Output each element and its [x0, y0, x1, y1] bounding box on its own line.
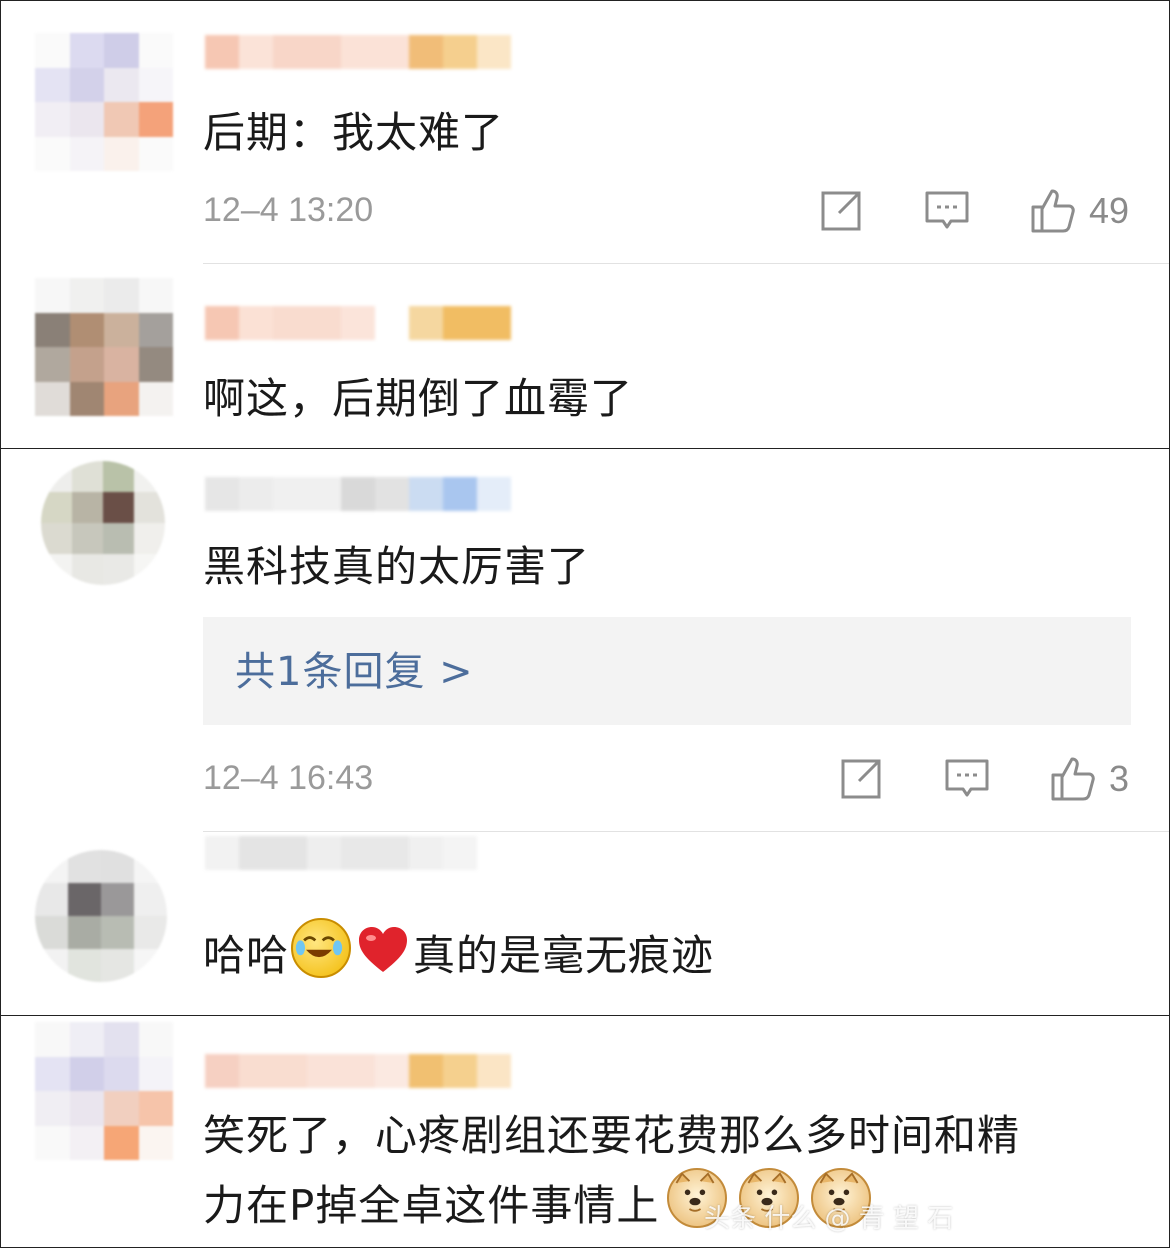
comment-time: 12–4 13:20: [203, 191, 374, 229]
avatar[interactable]: [35, 33, 173, 171]
comment-panel-3: 笑死了，心疼剧组还要花费那么多时间和精 力在P掉全卓这件事情上: [0, 1015, 1170, 1248]
comment-meta: 12–4 16:43 3: [203, 755, 1129, 805]
username[interactable]: [205, 477, 511, 511]
comment-item: 黑科技真的太厉害了 共1条回复 > 12–4 16:43 3: [1, 449, 1169, 831]
comment-text: 啊这，后期倒了血霉了: [203, 374, 634, 423]
share-icon[interactable]: [837, 755, 885, 803]
watermark: 头条 什么 @ 青 望 石: [704, 1204, 954, 1234]
comment-time: 12–4 16:43: [203, 759, 374, 797]
like-icon[interactable]: [1049, 755, 1097, 803]
avatar[interactable]: [35, 850, 167, 982]
comment-panel-1: 后期：我太难了 12–4 13:20 49 啊这，后期倒了血霉了: [0, 0, 1170, 449]
laugh-cry-emoji: [291, 918, 352, 978]
heart-emoji: [355, 922, 411, 978]
reply-box[interactable]: 共1条回复 >: [203, 617, 1131, 725]
comment-meta: 12–4 13:20 49: [203, 187, 1129, 237]
like-count: 3: [1108, 758, 1129, 799]
comment-text: 黑科技真的太厉害了: [203, 542, 591, 591]
comment-panel-2: 黑科技真的太厉害了 共1条回复 > 12–4 16:43 3 哈哈 真的是毫无痕…: [0, 448, 1170, 1016]
username[interactable]: [205, 836, 477, 870]
comment-text: 哈哈 真的是毫无痕迹: [203, 918, 714, 988]
comment-text-line-1: 笑死了，心疼剧组还要花费那么多时间和精: [203, 1111, 1021, 1160]
username[interactable]: [205, 1054, 511, 1088]
reply-icon[interactable]: [923, 187, 971, 235]
comment-actions: 49: [817, 187, 1129, 235]
username[interactable]: [205, 35, 511, 69]
avatar[interactable]: [35, 278, 173, 416]
share-icon[interactable]: [817, 187, 865, 235]
reply-icon[interactable]: [943, 755, 991, 803]
comment-text-start: 哈哈: [203, 931, 290, 980]
like-icon[interactable]: [1029, 187, 1077, 235]
comment-text-end: 真的是毫无痕迹: [413, 931, 715, 980]
comment-item: 后期：我太难了 12–4 13:20 49: [1, 1, 1169, 263]
comment-actions: 3: [837, 755, 1129, 803]
avatar[interactable]: [35, 1022, 173, 1160]
view-replies-link[interactable]: 共1条回复 >: [235, 639, 474, 697]
avatar[interactable]: [41, 461, 165, 585]
like-count: 49: [1088, 190, 1129, 231]
comment-item: 笑死了，心疼剧组还要花费那么多时间和精 力在P掉全卓这件事情上: [1, 1016, 1169, 1247]
comment-text: 后期：我太难了: [203, 108, 505, 157]
username[interactable]: [205, 306, 511, 340]
comment-item: 哈哈 真的是毫无痕迹: [1, 832, 1169, 1015]
comment-text-line-2-content: 力在P掉全卓这件事情上: [203, 1181, 660, 1230]
comment-item: 啊这，后期倒了血霉了: [1, 264, 1169, 448]
